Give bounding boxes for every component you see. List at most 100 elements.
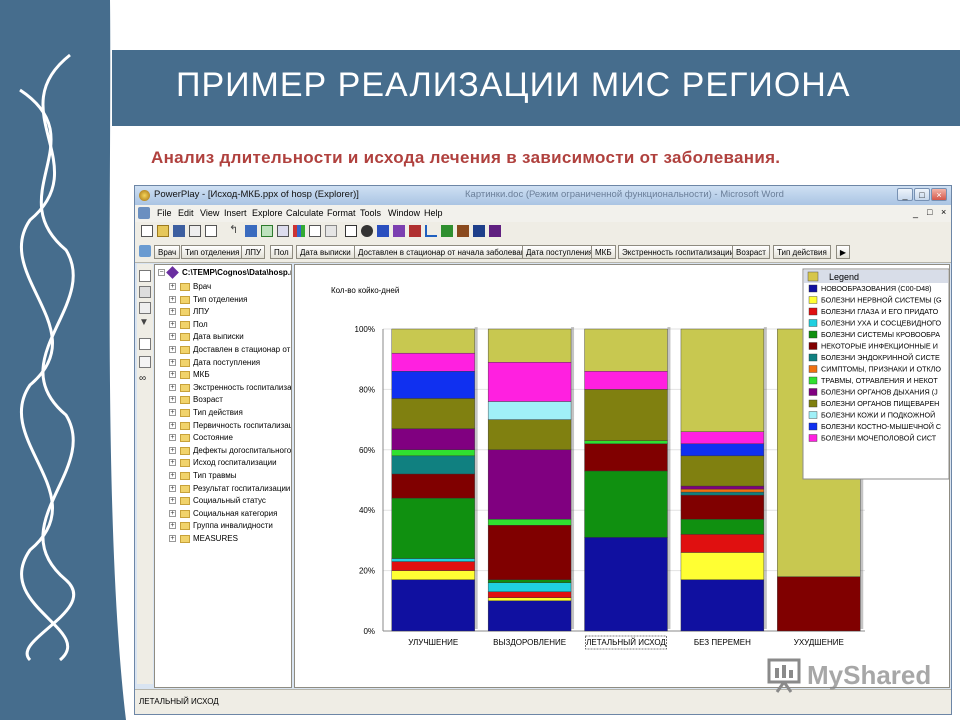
save-icon[interactable] [173, 225, 185, 237]
bar-segment[interactable] [680, 431, 765, 444]
document-icon[interactable] [138, 207, 150, 219]
expand-toggle-icon[interactable]: + [169, 383, 176, 391]
open-icon[interactable] [157, 225, 169, 237]
bar-segment[interactable] [680, 534, 765, 553]
bar-segment[interactable] [584, 389, 668, 441]
dimension-tab-vrach[interactable]: Врач [154, 245, 181, 259]
crosstab-icon[interactable] [345, 225, 357, 237]
bar-segment[interactable] [487, 579, 572, 583]
layers-icon[interactable] [139, 286, 151, 298]
3d-chart-icon[interactable] [457, 225, 469, 237]
x-tick-label[interactable]: ВЫЗДОРОВЛЕНИЕ [493, 638, 566, 647]
bar-segment[interactable] [584, 328, 668, 372]
area-chart-icon[interactable] [441, 225, 453, 237]
x-tick-label[interactable]: ЛЕТАЛЬНЫЙ ИСХОД [586, 638, 666, 647]
expand-toggle-icon[interactable]: + [169, 446, 176, 454]
print-icon[interactable] [189, 225, 201, 237]
menu-view[interactable]: View [200, 208, 219, 218]
expand-toggle-icon[interactable]: + [169, 371, 176, 379]
expand-toggle-icon[interactable]: + [169, 459, 176, 467]
expand-toggle-icon[interactable]: + [169, 497, 176, 505]
bar-segment[interactable] [487, 591, 572, 598]
scatter-chart-icon[interactable] [473, 225, 485, 237]
correlation-chart-icon[interactable] [489, 225, 501, 237]
bar-segment[interactable] [487, 419, 572, 451]
x-tick-label[interactable]: УХУДШЕНИЕ [794, 638, 844, 647]
bar-segment[interactable] [584, 371, 668, 390]
bar-segment[interactable] [391, 570, 475, 580]
bar-segment[interactable] [680, 485, 765, 490]
sort-icon[interactable] [309, 225, 321, 237]
nest-icon[interactable] [139, 302, 151, 314]
x-tick-label[interactable]: БЕЗ ПЕРЕМЕН [694, 638, 751, 647]
bar-chart-icon[interactable] [377, 225, 389, 237]
dimension-tab-tip-deystviya[interactable]: Тип действия [773, 245, 831, 259]
expand-toggle-icon[interactable]: + [169, 320, 176, 328]
expand-toggle-icon[interactable]: + [169, 295, 176, 303]
dimension-tab-vozrast[interactable]: Возраст [732, 245, 770, 259]
column-chart-icon[interactable] [409, 225, 421, 237]
bar-segment[interactable] [680, 455, 765, 487]
menu-help[interactable]: Help [424, 208, 443, 218]
explore-icon[interactable] [139, 270, 151, 282]
scroll-right-arrow-icon[interactable]: ▶ [836, 245, 850, 259]
menu-explore[interactable]: Explore [252, 208, 283, 218]
line-chart-icon[interactable] [425, 225, 437, 237]
dimension-tab-data-postupleniya[interactable]: Дата поступления [522, 245, 598, 259]
expand-toggle-icon[interactable]: + [169, 409, 176, 416]
rank-icon[interactable] [139, 338, 151, 350]
bar-segment[interactable] [680, 328, 765, 432]
bar-segment[interactable] [391, 328, 475, 354]
filter-icon[interactable] [245, 225, 257, 237]
expand-toggle-icon[interactable]: + [169, 509, 176, 517]
bar-segment[interactable] [680, 494, 765, 520]
bar-segment[interactable] [487, 401, 572, 420]
new-icon[interactable] [141, 225, 153, 237]
bar-segment[interactable] [487, 519, 572, 526]
dimension-tab-mkb[interactable]: МКБ [591, 245, 616, 259]
bar-segment[interactable] [391, 473, 475, 499]
maximize-button[interactable]: □ [914, 188, 930, 201]
bar-segment[interactable] [680, 443, 765, 457]
menu-window[interactable]: Window [388, 208, 420, 218]
mdi-close-button[interactable]: × [941, 207, 946, 217]
bar-segment[interactable] [680, 552, 765, 580]
filter-funnel-icon[interactable]: ▼ [139, 318, 151, 330]
bar-segment[interactable] [487, 600, 572, 632]
dimension-tab-lpu[interactable]: ЛПУ [241, 245, 266, 259]
expand-toggle-icon[interactable]: + [169, 358, 176, 366]
bar-segment[interactable] [584, 440, 668, 444]
exception-icon[interactable] [139, 356, 151, 368]
bar-segment[interactable] [391, 561, 475, 571]
bar-segment[interactable] [680, 519, 765, 535]
expand-toggle-icon[interactable]: + [169, 484, 176, 492]
add-icon[interactable] [261, 225, 273, 237]
bar-segment[interactable] [680, 488, 765, 493]
menu-format[interactable]: Format [327, 208, 356, 218]
bar-segment[interactable] [487, 525, 572, 580]
find-icon[interactable] [325, 225, 337, 237]
drill-up-icon[interactable]: ↰ [229, 225, 241, 237]
close-button[interactable]: × [931, 188, 947, 201]
x-tick-label[interactable]: УЛУЧШЕНИЕ [408, 638, 458, 647]
expand-toggle-icon[interactable]: + [169, 283, 176, 290]
expand-toggle-icon[interactable]: + [169, 346, 176, 353]
swap-rows-columns-icon[interactable] [277, 225, 289, 237]
bar-segment[interactable] [487, 597, 572, 601]
mdi-minimize-button[interactable]: _ [913, 208, 918, 218]
bar-segment[interactable] [391, 558, 475, 562]
bar-segment[interactable] [391, 449, 475, 457]
bar-segment[interactable] [680, 579, 765, 632]
bar-segment[interactable] [680, 491, 765, 496]
bar-segment[interactable] [391, 398, 475, 429]
collapse-toggle-icon[interactable]: − [158, 269, 165, 276]
bar-segment[interactable] [777, 576, 861, 632]
dimension-viewer-icon[interactable] [139, 245, 151, 257]
menu-file[interactable]: File [157, 208, 172, 218]
bar-segment[interactable] [391, 497, 475, 559]
bar-segment[interactable] [487, 449, 572, 520]
dimension-tab-ekstrennost[interactable]: Экстренность госпитализации [618, 245, 739, 259]
menu-edit[interactable]: Edit [178, 208, 194, 218]
menu-insert[interactable]: Insert [224, 208, 247, 218]
expand-toggle-icon[interactable]: + [169, 472, 176, 479]
